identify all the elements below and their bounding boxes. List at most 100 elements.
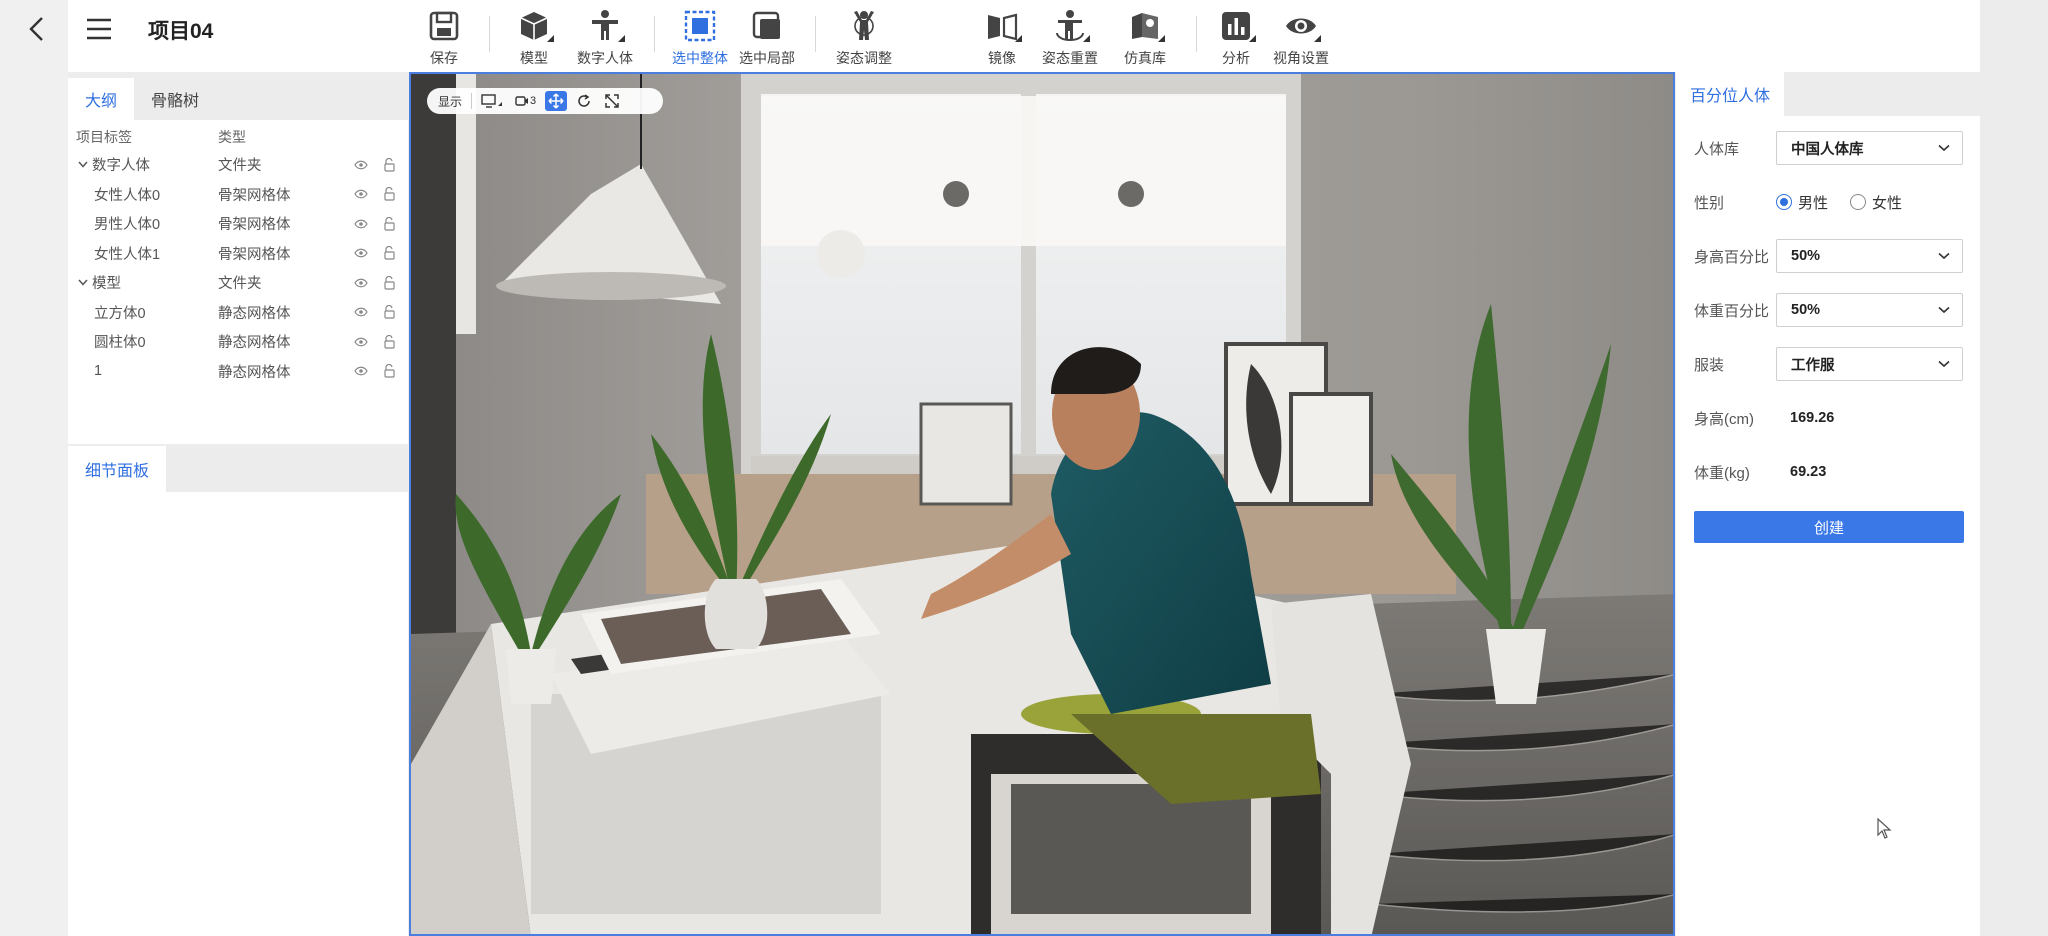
- height-value: 169.26: [1790, 410, 1835, 426]
- model-button[interactable]: 模型: [512, 6, 556, 68]
- chevron-down-icon: [1938, 360, 1950, 368]
- bar-chart-icon: [1222, 12, 1250, 40]
- tree-row[interactable]: 模型 文件夹: [68, 268, 408, 298]
- unlock-icon[interactable]: [381, 157, 397, 173]
- toolbar-divider: [471, 93, 473, 109]
- dropdown-triangle-icon: [1249, 35, 1256, 42]
- outline-tabbar: 大纲 骨骼树: [68, 78, 408, 120]
- unlock-icon[interactable]: [381, 334, 397, 350]
- 3d-viewport[interactable]: 显示 3: [409, 72, 1675, 936]
- row-name: 数字人体: [92, 158, 150, 175]
- save-button[interactable]: 保存: [422, 6, 466, 68]
- unlock-icon[interactable]: [381, 186, 397, 202]
- select-part-button[interactable]: 选中局部: [737, 6, 797, 68]
- select-part-icon: [752, 11, 780, 39]
- library-select[interactable]: 中国人体库: [1776, 131, 1963, 165]
- sim-library-button[interactable]: 仿真库: [1115, 6, 1175, 68]
- view-settings-button[interactable]: 视角设置: [1271, 6, 1331, 68]
- tab-skeleton-tree[interactable]: 骨骼树: [134, 78, 216, 120]
- select-whole-icon: [684, 10, 716, 42]
- height-pct-select[interactable]: 50%: [1776, 239, 1963, 273]
- tree-row[interactable]: 圆柱体0 静态网格体: [68, 327, 408, 357]
- select-whole-button[interactable]: 选中整体: [670, 6, 730, 68]
- clothing-field: 服装 工作服: [1694, 347, 1964, 381]
- unlock-icon[interactable]: [381, 216, 397, 232]
- row-type: 静态网格体: [218, 305, 291, 322]
- unlock-icon[interactable]: [381, 245, 397, 261]
- gender-female-radio[interactable]: 女性: [1850, 192, 1902, 213]
- eye-icon[interactable]: [353, 216, 369, 232]
- display-button[interactable]: 显示: [435, 91, 465, 111]
- clothing-label: 服装: [1694, 356, 1725, 374]
- eye-icon[interactable]: [353, 334, 369, 350]
- pose-reset-button[interactable]: 姿态重置: [1040, 6, 1100, 68]
- hanging-ball-2: [1118, 181, 1144, 207]
- hamburger-icon: [87, 18, 111, 40]
- tree-row[interactable]: 立方体0 静态网格体: [68, 298, 408, 328]
- chevron-down-icon[interactable]: [76, 158, 90, 172]
- digital-human-button[interactable]: 数字人体: [575, 6, 635, 68]
- planter-right: [1486, 629, 1546, 704]
- pose-adjust-button[interactable]: 姿态调整: [834, 6, 894, 68]
- photo-frame: [919, 402, 1013, 506]
- row-name: 立方体0: [94, 305, 146, 322]
- pose-adjust-icon: [854, 11, 874, 40]
- create-button[interactable]: 创建: [1694, 511, 1964, 543]
- mirror-button[interactable]: 镜像: [980, 6, 1024, 68]
- header-label: 项目标签: [76, 129, 132, 145]
- dropdown-triangle-icon: [1314, 35, 1321, 42]
- chevron-left-icon: [29, 17, 43, 41]
- move-tool-button[interactable]: [545, 91, 568, 111]
- tab-percentile-human[interactable]: 百分位人体: [1676, 72, 1785, 116]
- eye-icon[interactable]: [353, 186, 369, 202]
- tab-details[interactable]: 细节面板: [68, 446, 167, 492]
- percentile-panel: 百分位人体 人体库 中国人体库 性别 男性 女性 身高百分比 50% 体重百分比…: [1676, 72, 1980, 936]
- back-button[interactable]: [22, 14, 52, 44]
- tree-row[interactable]: 女性人体0 骨架网格体: [68, 180, 408, 210]
- unlock-icon[interactable]: [381, 304, 397, 320]
- view-settings-label: 视角设置: [1273, 50, 1329, 66]
- eye-icon[interactable]: [353, 245, 369, 261]
- camera-button[interactable]: 3: [512, 91, 539, 111]
- clothing-value: 工作服: [1791, 357, 1835, 374]
- gender-male-radio[interactable]: 男性: [1776, 192, 1828, 213]
- chevron-down-icon[interactable]: [76, 276, 90, 290]
- header-type: 类型: [218, 129, 246, 145]
- eye-icon[interactable]: [353, 157, 369, 173]
- clothing-select[interactable]: 工作服: [1776, 347, 1963, 381]
- tab-outline[interactable]: 大纲: [68, 78, 135, 120]
- toolbar-divider: [1196, 16, 1197, 52]
- percentile-tabbar: 百分位人体: [1676, 72, 1980, 116]
- vase: [704, 579, 768, 649]
- chevron-down-icon: [1938, 252, 1950, 260]
- row-type: 文件夹: [218, 276, 262, 293]
- camera-icon: [515, 96, 529, 106]
- gender-label: 性别: [1694, 194, 1725, 212]
- eye-icon: [1286, 18, 1316, 34]
- toolbar-divider: [815, 16, 816, 52]
- library-value: 中国人体库: [1791, 141, 1864, 158]
- row-name: 男性人体0: [94, 217, 161, 234]
- weight-pct-select[interactable]: 50%: [1776, 293, 1963, 327]
- row-name: 圆柱体0: [94, 335, 146, 352]
- outline-header: 项目标签 类型: [68, 124, 408, 150]
- unlock-icon[interactable]: [381, 363, 397, 379]
- tree-row[interactable]: 数字人体 文件夹: [68, 150, 408, 180]
- height-pct-field: 身高百分比 50%: [1694, 239, 1964, 273]
- scale-tool-button[interactable]: [601, 91, 623, 111]
- radio-selected-icon: [1776, 194, 1792, 210]
- eye-icon[interactable]: [353, 275, 369, 291]
- menu-button[interactable]: [84, 14, 114, 44]
- eye-icon[interactable]: [353, 363, 369, 379]
- analysis-button[interactable]: 分析: [1214, 6, 1258, 68]
- view-mode-button[interactable]: [478, 91, 506, 111]
- tree-row[interactable]: 1 静态网格体: [68, 357, 408, 387]
- right-strip: [1980, 0, 2048, 936]
- row-type: 骨架网格体: [218, 246, 291, 263]
- tree-row[interactable]: 男性人体0 骨架网格体: [68, 209, 408, 239]
- unlock-icon[interactable]: [381, 275, 397, 291]
- tree-row[interactable]: 女性人体1 骨架网格体: [68, 239, 408, 269]
- rotate-tool-button[interactable]: [573, 91, 595, 111]
- cube-icon: [520, 12, 548, 40]
- eye-icon[interactable]: [353, 304, 369, 320]
